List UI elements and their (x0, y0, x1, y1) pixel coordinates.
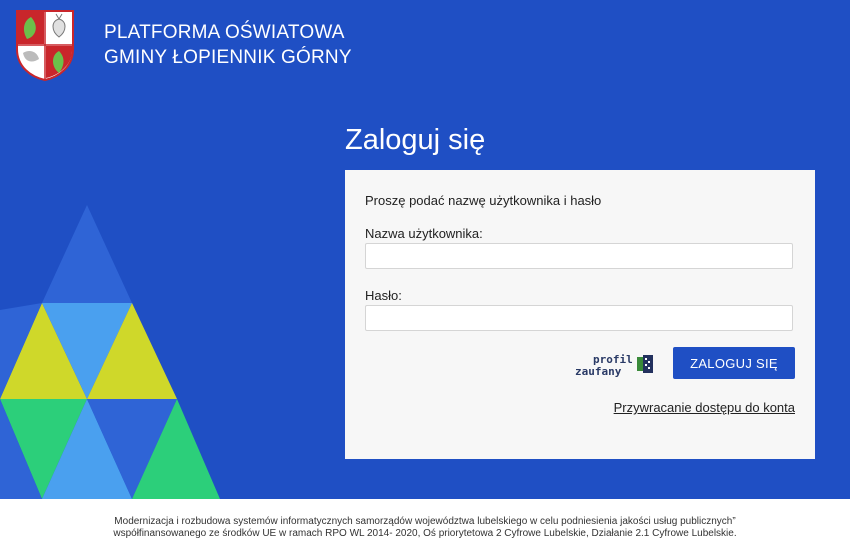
page-background: PLATFORMA OŚWIATOWA GMINY ŁOPIENNIK GÓRN… (0, 0, 850, 499)
brand-line-2: GMINY ŁOPIENNIK GÓRNY (104, 47, 352, 68)
brand-line-1: PLATFORMA OŚWIATOWA (104, 22, 345, 43)
password-label: Hasło: (365, 288, 402, 303)
footer: Modernizacja i rozbudowa systemów inform… (0, 499, 850, 559)
password-input[interactable] (365, 305, 793, 331)
username-label: Nazwa użytkownika: (365, 226, 483, 241)
profil-zaufany-icon (637, 355, 653, 373)
profil-zaufany-text-2: zaufany (575, 365, 622, 378)
profil-zaufany-link[interactable]: profil zaufany (571, 353, 659, 379)
login-prompt: Proszę podać nazwę użytkownika i hasło (365, 193, 602, 208)
login-button[interactable]: ZALOGUJ SIĘ (673, 347, 795, 379)
login-title: Zaloguj się (345, 124, 486, 156)
brand-title: PLATFORMA OŚWIATOWA GMINY ŁOPIENNIK GÓRN… (104, 20, 352, 70)
username-input[interactable] (365, 243, 793, 269)
coat-of-arms-icon (16, 10, 74, 81)
footer-line-1: Modernizacja i rozbudowa systemów inform… (114, 516, 736, 527)
triangle-top (42, 205, 132, 303)
footer-line-2: współfinansowanego ze środków UE w ramac… (113, 528, 737, 539)
login-card: Proszę podać nazwę użytkownika i hasło N… (345, 170, 815, 459)
restore-access-link[interactable]: Przywracanie dostępu do konta (614, 400, 795, 415)
